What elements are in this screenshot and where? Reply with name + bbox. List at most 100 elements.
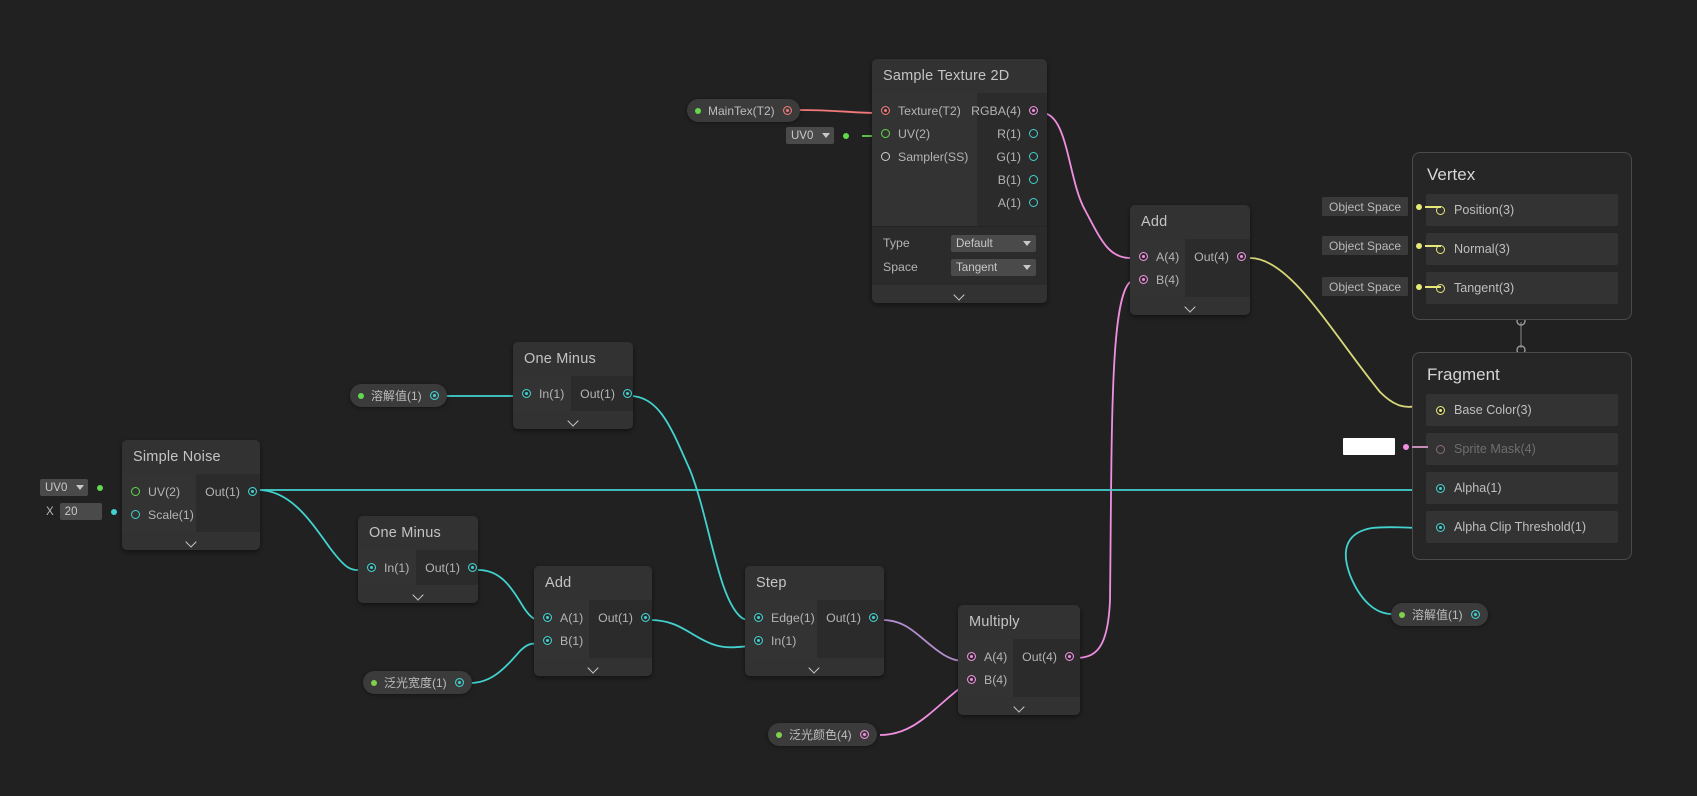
port-row[interactable]: Out(1) <box>416 556 478 579</box>
node-collapse-toggle[interactable] <box>872 285 1047 303</box>
node-one-minus-top[interactable]: One Minus In(1) Out(1) <box>513 342 633 429</box>
port-row[interactable]: RGBA(4) <box>971 99 1047 122</box>
port-row[interactable]: Out(4) <box>1013 645 1080 668</box>
node-collapse-toggle[interactable] <box>358 585 478 603</box>
color-swatch[interactable] <box>1343 438 1395 455</box>
node-sample-texture-2d[interactable]: Sample Texture 2D Texture(T2) UV(2) Samp… <box>872 59 1047 303</box>
simple-noise-scale-widget[interactable]: X 20 <box>44 503 117 520</box>
port-row[interactable]: UV(2) <box>872 122 977 145</box>
property-dissolve-right[interactable]: 溶解值(1) <box>1391 603 1488 626</box>
setting-dropdown-space[interactable]: Tangent <box>951 258 1036 276</box>
port-row[interactable]: In(1) <box>745 629 817 652</box>
master-node-fragment[interactable]: Fragment Base Color(3) Sprite Mask(4) Al… <box>1412 352 1632 560</box>
port-row[interactable]: In(1) <box>358 556 416 579</box>
port-dot[interactable] <box>1029 152 1038 161</box>
port-row[interactable]: B(4) <box>1130 268 1185 291</box>
uv-dropdown-button[interactable]: UV0 <box>40 479 88 496</box>
port-row[interactable]: Edge(1) <box>745 606 817 629</box>
property-output-port[interactable] <box>429 391 439 400</box>
port-dot[interactable] <box>367 563 376 572</box>
vertex-block-tangent[interactable]: Tangent(3) <box>1426 272 1618 304</box>
port-dot[interactable] <box>1237 252 1246 261</box>
port-dot[interactable] <box>1029 175 1038 184</box>
vertex-space-position[interactable]: Object Space <box>1322 197 1442 216</box>
node-add-top[interactable]: Add A(4) B(4) Out(4) <box>1130 205 1250 315</box>
port-dot[interactable] <box>1029 198 1038 207</box>
port-dot[interactable] <box>131 487 140 496</box>
vertex-space-normal[interactable]: Object Space <box>1322 236 1442 255</box>
vertex-space-tangent[interactable]: Object Space <box>1322 277 1442 296</box>
port-dot[interactable] <box>1436 405 1445 415</box>
port-dot[interactable] <box>967 652 976 661</box>
fragment-block-alpha[interactable]: Alpha(1) <box>1426 472 1618 504</box>
port-dot[interactable] <box>131 510 140 519</box>
vertex-block-normal[interactable]: Normal(3) <box>1426 233 1618 265</box>
port-dot[interactable] <box>1139 275 1148 284</box>
port-row[interactable]: Sampler(SS) <box>872 145 977 168</box>
scale-number-field[interactable]: X 20 <box>44 503 102 520</box>
node-add-bottom[interactable]: Add A(1) B(1) Out(1) <box>534 566 652 676</box>
port-dot[interactable] <box>967 675 976 684</box>
port-row[interactable]: G(1) <box>977 145 1047 168</box>
port-dot[interactable] <box>543 613 552 622</box>
property-bloom-width[interactable]: 泛光宽度(1) <box>363 671 472 694</box>
property-output-port[interactable] <box>454 678 464 687</box>
port-dot[interactable] <box>248 487 257 496</box>
port-row[interactable]: Out(1) <box>196 480 260 503</box>
shader-graph-canvas[interactable]: MainTex(T2) UV0 Sample Texture 2D Textur… <box>0 0 1697 796</box>
port-dot[interactable] <box>1029 129 1038 138</box>
port-dot[interactable] <box>869 613 878 622</box>
port-row[interactable]: A(1) <box>977 191 1047 214</box>
property-maintex[interactable]: MainTex(T2) <box>687 99 800 122</box>
port-dot[interactable] <box>1436 522 1445 532</box>
port-dot[interactable] <box>754 636 763 645</box>
port-dot[interactable] <box>522 389 531 398</box>
node-collapse-toggle[interactable] <box>958 697 1080 715</box>
setting-row-space[interactable]: Space Tangent <box>872 255 1047 279</box>
port-row[interactable]: Out(4) <box>1185 245 1250 268</box>
node-collapse-toggle[interactable] <box>513 411 633 429</box>
property-output-port[interactable] <box>1470 610 1480 619</box>
node-collapse-toggle[interactable] <box>122 532 260 550</box>
property-dissolve-left[interactable]: 溶解值(1) <box>350 384 447 407</box>
port-row[interactable]: Out(1) <box>571 382 633 405</box>
port-row[interactable]: B(4) <box>958 668 1013 691</box>
port-dot[interactable] <box>881 152 890 161</box>
port-dot[interactable] <box>1436 483 1445 493</box>
port-dot[interactable] <box>1139 252 1148 261</box>
port-dot[interactable] <box>881 106 890 115</box>
port-row[interactable]: Scale(1) <box>122 503 196 526</box>
port-dot[interactable] <box>1436 444 1445 454</box>
port-dot[interactable] <box>543 636 552 645</box>
scale-input[interactable]: 20 <box>59 503 102 520</box>
node-multiply[interactable]: Multiply A(4) B(4) Out(4) <box>958 605 1080 715</box>
port-dot[interactable] <box>1029 106 1038 115</box>
node-step[interactable]: Step Edge(1) In(1) Out(1) <box>745 566 884 676</box>
property-bloom-color[interactable]: 泛光颜色(4) <box>768 723 877 746</box>
node-collapse-toggle[interactable] <box>745 658 884 676</box>
simple-noise-uv-widget[interactable]: UV0 <box>40 479 103 496</box>
fragment-block-sprite-mask[interactable]: Sprite Mask(4) <box>1426 433 1618 465</box>
port-row[interactable]: B(1) <box>534 629 589 652</box>
property-output-port[interactable] <box>859 730 869 739</box>
port-row[interactable]: Out(1) <box>817 606 884 629</box>
property-output-port[interactable] <box>782 106 792 115</box>
fragment-sprite-mask-swatch-slot[interactable] <box>1343 438 1428 455</box>
fragment-block-alpha-clip-threshold[interactable]: Alpha Clip Threshold(1) <box>1426 511 1618 543</box>
port-dot[interactable] <box>641 613 650 622</box>
node-simple-noise[interactable]: Simple Noise UV(2) Scale(1) Out(1) <box>122 440 260 550</box>
port-row[interactable]: B(1) <box>977 168 1047 191</box>
port-row[interactable]: In(1) <box>513 382 571 405</box>
uv-dropdown-sample-texture[interactable]: UV0 <box>786 127 849 144</box>
port-row[interactable]: Out(1) <box>589 606 652 629</box>
uv-dropdown-button[interactable]: UV0 <box>786 127 834 144</box>
setting-row-type[interactable]: Type Default <box>872 231 1047 255</box>
setting-dropdown-type[interactable]: Default <box>951 234 1036 252</box>
port-dot[interactable] <box>468 563 477 572</box>
vertex-block-position[interactable]: Position(3) <box>1426 194 1618 226</box>
port-dot[interactable] <box>623 389 632 398</box>
node-collapse-toggle[interactable] <box>1130 297 1250 315</box>
port-row[interactable]: Texture(T2) <box>872 99 977 122</box>
port-row[interactable]: UV(2) <box>122 480 196 503</box>
port-dot[interactable] <box>881 129 890 138</box>
